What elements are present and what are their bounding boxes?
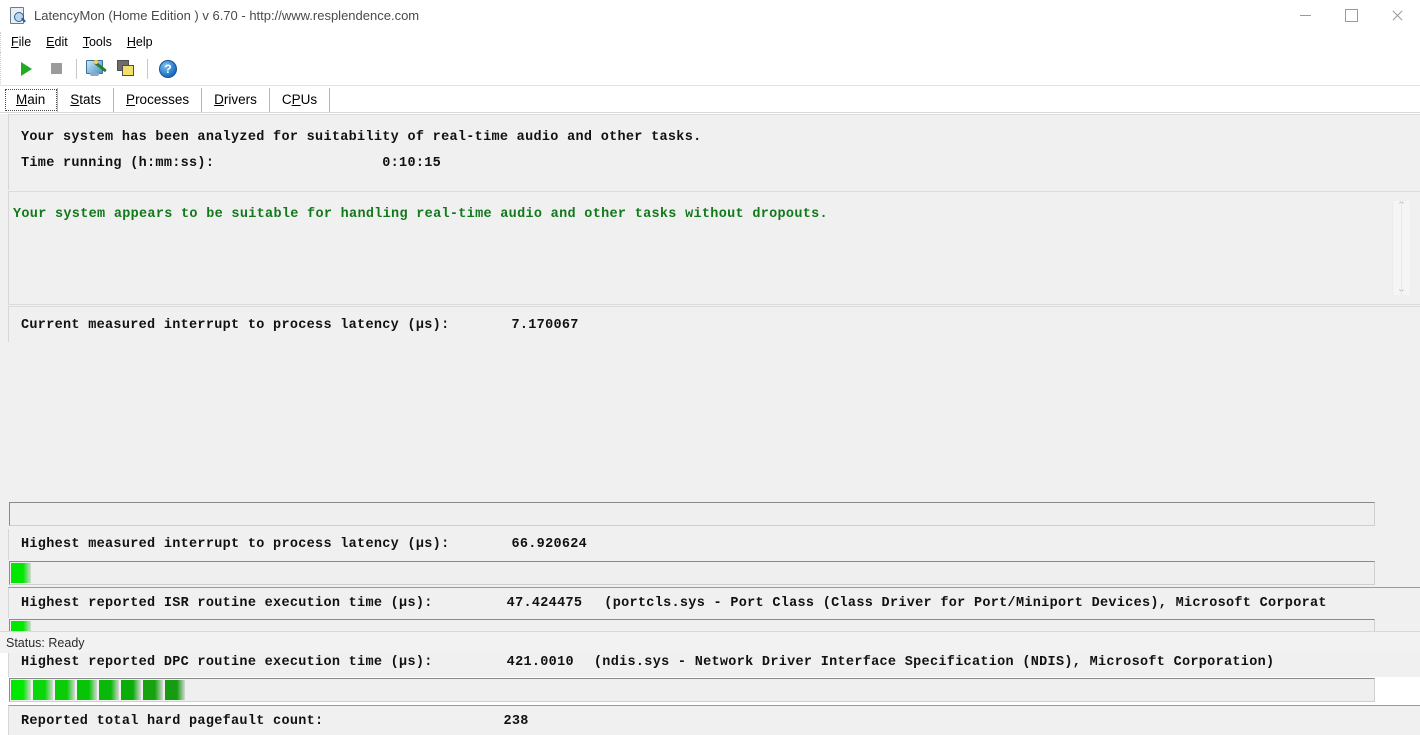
metric-label: Current measured interrupt to process la…: [21, 318, 449, 333]
metric-panel-highest-isr: Highest reported ISR routine execution t…: [8, 587, 1420, 618]
metric-detail: (ndis.sys - Network Driver Interface Spe…: [594, 655, 1275, 670]
metric-panel-current-latency: Current measured interrupt to process la…: [8, 306, 1420, 342]
menu-item-edit[interactable]: Edit: [46, 34, 77, 50]
metric-value: 47.424475: [507, 596, 583, 611]
title-bar: LatencyMon (Home Edition ) v 6.70 - http…: [0, 0, 1420, 32]
tab-processes[interactable]: Processes: [114, 88, 202, 112]
tab-drivers[interactable]: Drivers: [202, 88, 270, 112]
close-button[interactable]: [1374, 0, 1420, 31]
metric-value: 66.920624: [511, 537, 587, 552]
progress-segment: [11, 680, 31, 700]
wizard-button[interactable]: [82, 55, 112, 83]
tab-cpus[interactable]: CPUs: [270, 88, 330, 112]
time-running-value: 0:10:15: [382, 156, 441, 171]
progress-segment: [33, 680, 53, 700]
metric-row: Highest reported ISR routine execution t…: [21, 590, 1420, 616]
tab-main[interactable]: Main: [4, 88, 58, 112]
close-icon: [1391, 10, 1403, 22]
scrollbar-track: [1401, 201, 1402, 295]
progress-segment: [165, 680, 185, 700]
minimize-icon: [1300, 15, 1311, 16]
play-icon: [21, 62, 32, 76]
metric-value: 421.0010: [507, 655, 574, 670]
metric-row: Highest measured interrupt to process la…: [21, 531, 1418, 557]
progress-segment: [55, 680, 75, 700]
stop-icon: [51, 63, 62, 74]
metric-row: Current measured interrupt to process la…: [21, 312, 1418, 338]
maximize-button[interactable]: [1328, 0, 1374, 31]
help-circle-icon: ?: [159, 60, 177, 78]
monitor-wand-icon: [86, 59, 108, 79]
pagefault-row: Reported total hard pagefault count: 238: [21, 708, 1418, 734]
menu-item-tools[interactable]: Tools: [83, 34, 121, 50]
time-running-row: Time running (h:mm:ss): 0:10:15: [21, 150, 1416, 176]
status-bar: Status: Ready: [0, 631, 1420, 653]
toolbar-separator: [76, 59, 77, 79]
verdict-scrollbar[interactable]: ⌃ ⌄: [1392, 201, 1410, 295]
metric-label: Highest reported ISR routine execution t…: [21, 596, 433, 611]
menu-item-help[interactable]: Help: [127, 34, 162, 50]
help-button[interactable]: ?: [153, 55, 183, 83]
maximize-icon: [1345, 9, 1358, 22]
progress-bar-current-latency: [9, 502, 1375, 526]
toolbar-separator: [147, 59, 148, 79]
window-controls: [1282, 0, 1420, 31]
progress-segment: [77, 680, 97, 700]
progress-segment: [11, 563, 31, 583]
main-content: Your system has been analyzed for suitab…: [0, 113, 1420, 635]
cascade-windows-icon: [117, 60, 137, 78]
tab-stats[interactable]: Stats: [58, 88, 114, 112]
metric-label: Highest measured interrupt to process la…: [21, 537, 449, 552]
analysis-headline: Your system has been analyzed for suitab…: [21, 130, 702, 145]
window-title: LatencyMon (Home Edition ) v 6.70 - http…: [34, 8, 419, 23]
metric-panel-highest-latency: Highest measured interrupt to process la…: [8, 529, 1420, 560]
cascade-windows-button[interactable]: [112, 55, 142, 83]
pagefault-panel: Reported total hard pagefault count: 238: [8, 705, 1420, 735]
metric-detail: (portcls.sys - Port Class (Class Driver …: [604, 596, 1327, 611]
start-monitoring-button[interactable]: [11, 55, 41, 83]
progress-bar-highest-latency: [9, 561, 1375, 585]
progress-segment: [143, 680, 163, 700]
verdict-row: Your system appears to be suitable for h…: [13, 201, 1390, 227]
minimize-button[interactable]: [1282, 0, 1328, 31]
stop-monitoring-button[interactable]: [41, 55, 71, 83]
progress-segment: [121, 680, 141, 700]
tab-bar: MainStatsProcessesDriversCPUs: [0, 86, 1420, 113]
verdict-scroll-box: Your system appears to be suitable for h…: [8, 191, 1420, 305]
time-running-label: Time running (h:mm:ss):: [21, 156, 214, 171]
menu-bar: File Edit Tools Help: [0, 32, 1420, 52]
latencymon-app-icon: [9, 7, 26, 24]
pagefault-label: Reported total hard pagefault count:: [21, 714, 323, 729]
progress-bar-highest-dpc: [9, 678, 1375, 702]
verdict-text: Your system appears to be suitable for h…: [13, 207, 828, 222]
toolbar: ?: [0, 52, 1420, 86]
analysis-headline-row: Your system has been analyzed for suitab…: [21, 124, 1416, 150]
summary-panel: Your system has been analyzed for suitab…: [8, 114, 1420, 190]
status-text: Status: Ready: [6, 636, 85, 650]
pagefault-value: 238: [503, 714, 528, 729]
progress-segment: [99, 680, 119, 700]
menu-item-file[interactable]: File: [11, 34, 40, 50]
metric-value: 7.170067: [511, 318, 578, 333]
metric-label: Highest reported DPC routine execution t…: [21, 655, 433, 670]
